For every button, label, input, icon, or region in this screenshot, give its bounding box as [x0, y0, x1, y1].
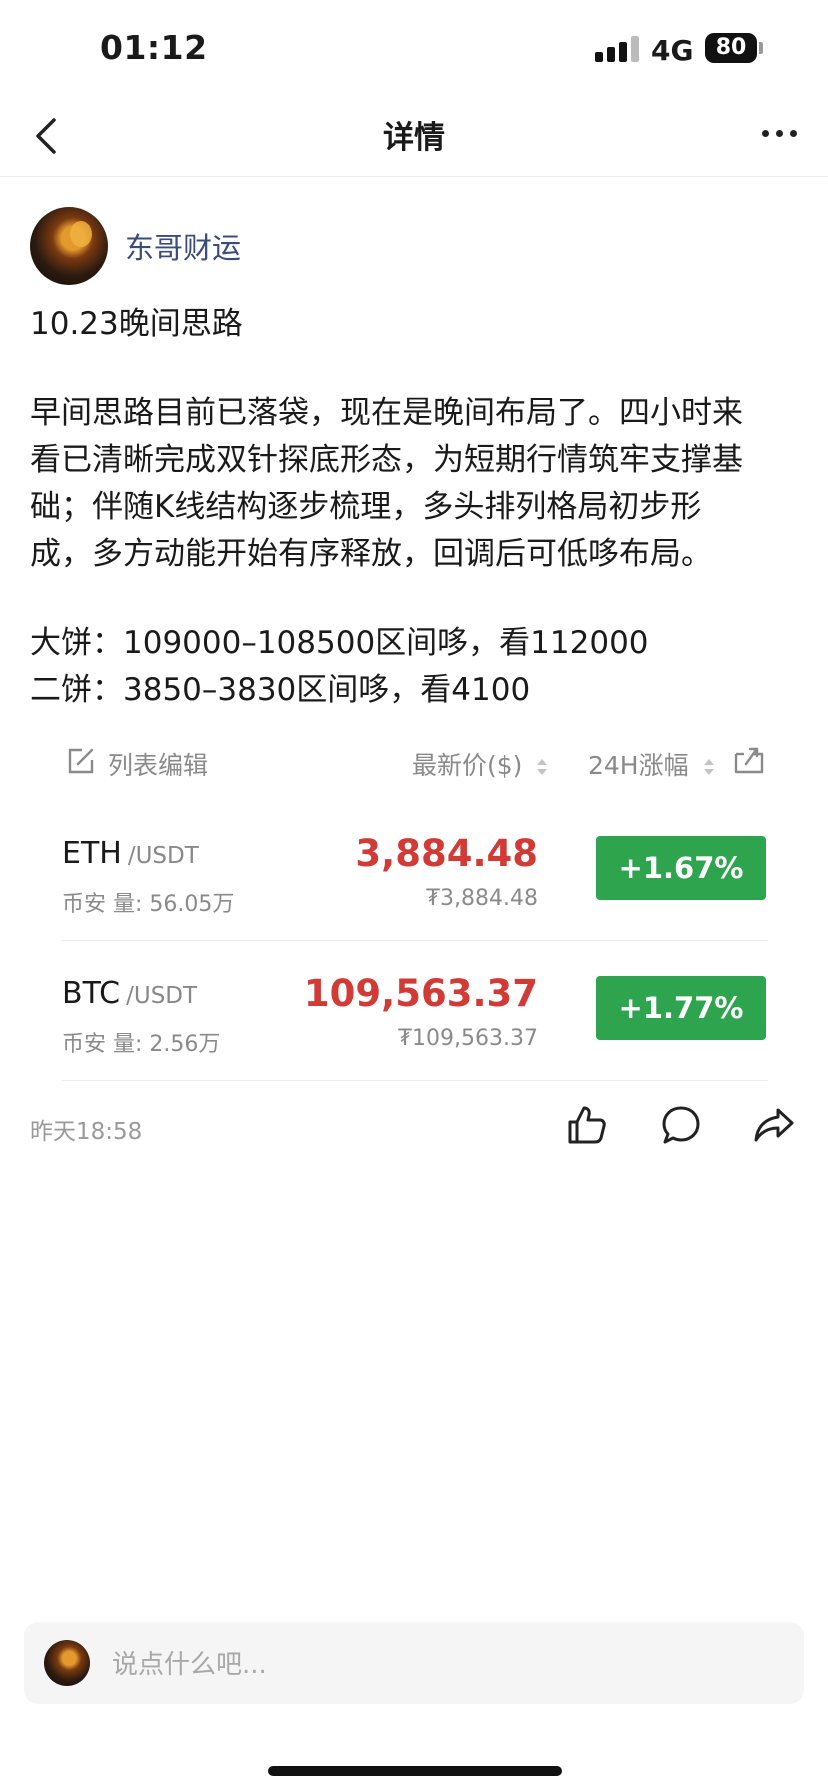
last-price: 3,884.48 [355, 832, 538, 875]
exchange-volume: 币安 量: 2.56万 [62, 1032, 221, 1057]
edit-list-label[interactable]: 列表编辑 [108, 746, 208, 782]
home-indicator[interactable] [268, 1766, 562, 1776]
post-body-line: 看已清晰完成双针探底形态，为短期行情筑牢支撑基 [30, 442, 743, 478]
price-converted: ₮109,563.37 [398, 1026, 538, 1051]
price-header-label: 最新价($) [412, 751, 523, 780]
price-converted: ₮3,884.48 [426, 886, 538, 911]
network-type: 4G [651, 34, 694, 67]
share-icon[interactable] [752, 1104, 796, 1146]
post-trade-plan: 大饼：109000–108500区间哆，看112000 二饼：3850–3830… [30, 620, 649, 714]
post-body-line: 成，多方动能开始有序释放，回调后可低哆布局。 [30, 536, 712, 572]
post-title: 10.23晚间思路 [30, 306, 243, 342]
post-body: 早间思路目前已落袋，现在是晚间布局了。四小时来 看已清晰完成双针探底形态，为短期… [30, 390, 800, 578]
author-name[interactable]: 东哥财运 [125, 225, 241, 267]
change-column-header[interactable]: 24H涨幅 [588, 746, 715, 782]
comment-bar [24, 1622, 804, 1704]
comment-input[interactable] [110, 1644, 774, 1686]
symbol-name: ETH [62, 836, 122, 871]
trade-line-eth: 二饼：3850–3830区间哆，看4100 [30, 672, 531, 708]
market-header: 列表编辑 最新价($) 24H涨幅 [60, 740, 770, 784]
change-badge[interactable]: +1.67% [596, 836, 766, 900]
post-body-line: 早间思路目前已落袋，现在是晚间布局了。四小时来 [30, 395, 743, 431]
author-avatar[interactable] [30, 207, 108, 285]
sort-icon [537, 759, 548, 775]
last-price: 109,563.37 [303, 972, 538, 1015]
like-icon[interactable] [566, 1104, 608, 1146]
more-icon[interactable] [762, 128, 802, 142]
ticker-symbol: BTC/USDT [62, 976, 197, 1011]
price-column-header[interactable]: 最新价($) [412, 746, 548, 782]
trade-line-btc: 大饼：109000–108500区间哆，看112000 [30, 625, 649, 661]
battery-tip [759, 42, 763, 54]
comment-icon[interactable] [660, 1104, 702, 1146]
status-time: 01:12 [100, 28, 208, 67]
signal-icon [595, 36, 639, 62]
status-bar: 01:12 4G 80 [0, 0, 828, 100]
post-timestamp: 昨天18:58 [30, 1119, 143, 1145]
page-title: 详情 [383, 120, 445, 156]
ticker-symbol: ETH/USDT [62, 836, 199, 871]
edit-icon[interactable] [66, 746, 96, 776]
battery-icon: 80 [705, 33, 757, 63]
symbol-pair: /USDT [127, 843, 199, 869]
ticker-row-btc[interactable]: BTC/USDT 币安 量: 2.56万 109,563.37 ₮109,563… [62, 950, 768, 1081]
user-avatar [44, 1640, 90, 1686]
ticker-row-eth[interactable]: ETH/USDT 币安 量: 56.05万 3,884.48 ₮3,884.48… [62, 810, 768, 941]
post-body-line: 础；伴随K线结构逐步梳理，多头排列格局初步形 [30, 489, 702, 525]
change-badge[interactable]: +1.77% [596, 976, 766, 1040]
sort-icon [703, 759, 714, 775]
symbol-pair: /USDT [126, 983, 198, 1009]
exchange-volume: 币安 量: 56.05万 [62, 892, 235, 917]
battery-level: 80 [715, 35, 747, 60]
symbol-name: BTC [62, 976, 121, 1011]
screen: 01:12 4G 80 详情 东哥财运 10.23晚间思路 早间思路目前已落袋，… [0, 0, 828, 1792]
change-header-label: 24H涨幅 [588, 751, 689, 780]
export-icon[interactable] [732, 744, 766, 776]
nav-bar: 详情 [0, 100, 828, 177]
